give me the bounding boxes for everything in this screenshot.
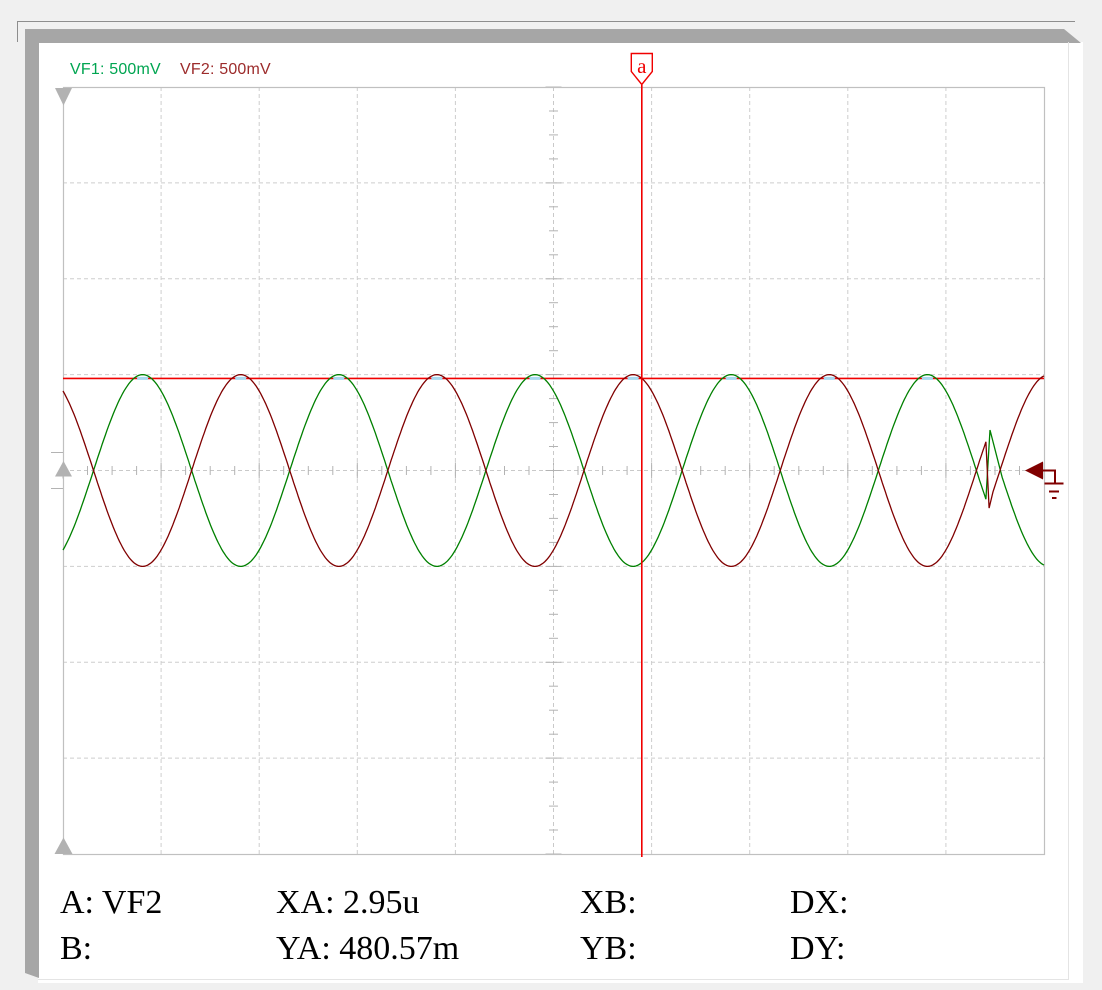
- y-axis: [545, 86, 562, 855]
- readout-b-signal: B:: [60, 930, 93, 967]
- readout-yb: YB:: [580, 930, 637, 967]
- axis-range-markers: [51, 88, 73, 854]
- ground-icon: [1043, 469, 1064, 499]
- readout-ya: YA: 480.57m: [276, 930, 460, 967]
- cursor-a-label: a: [637, 54, 647, 78]
- readout-xa: XA: 2.95u: [276, 884, 420, 921]
- readout-a-signal: A: VF2: [60, 884, 163, 921]
- readout-dx: DX:: [790, 884, 849, 921]
- readout-dy: DY:: [790, 930, 846, 967]
- readout-xb: XB:: [580, 884, 637, 921]
- oscilloscope-window: { "legend": { "vf1": "VF1: 500mV", "vf2"…: [0, 0, 1102, 990]
- y-bottom-range-marker[interactable]: [54, 837, 73, 855]
- oscillogram: a: [51, 52, 1064, 857]
- trace-zero-marker[interactable]: [1025, 461, 1043, 480]
- y-top-range-marker[interactable]: [55, 88, 72, 106]
- cursor-a-flag[interactable]: a: [630, 52, 653, 86]
- zero-level-marker[interactable]: [55, 461, 72, 477]
